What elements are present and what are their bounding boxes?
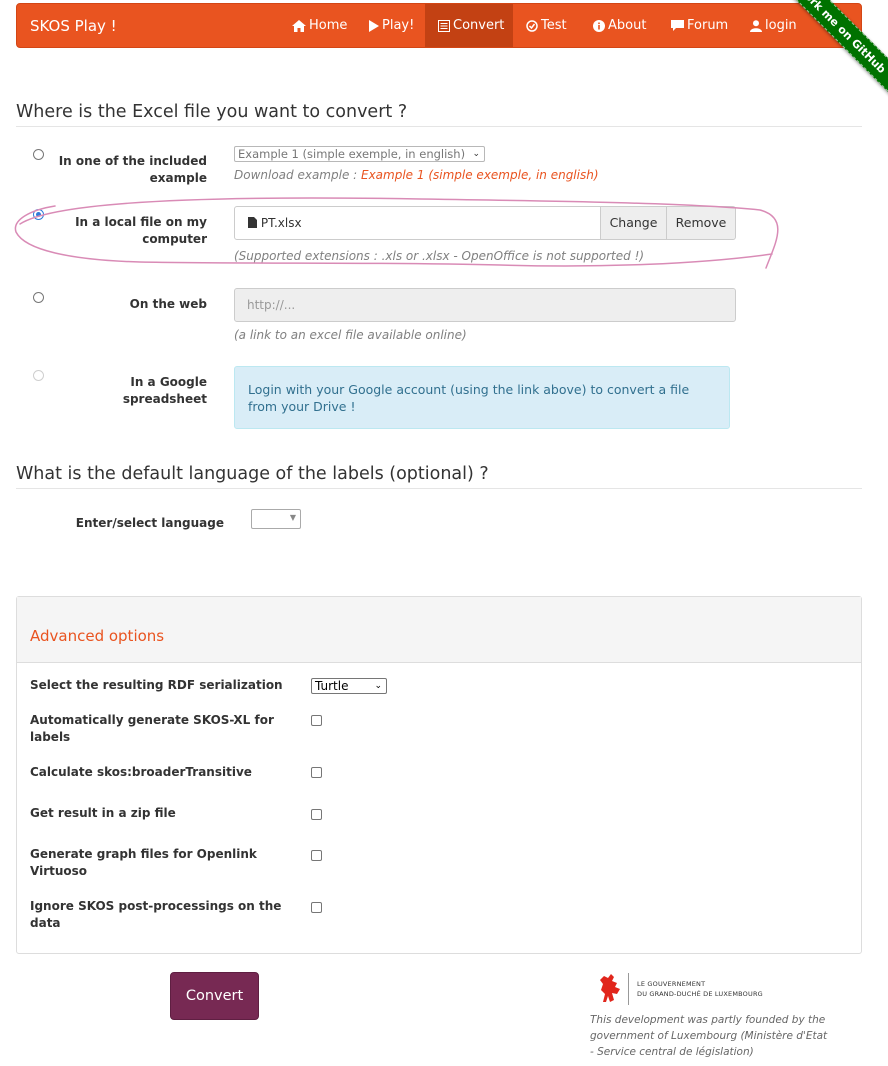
convert-button[interactable]: Convert: [170, 972, 259, 1020]
download-prefix: Download example :: [234, 168, 361, 182]
comment-icon: [671, 19, 684, 32]
radio-local-file[interactable]: [33, 209, 44, 220]
nav-play[interactable]: Play!: [356, 4, 427, 47]
nav-home[interactable]: Home: [279, 4, 360, 47]
google-label: In a Google spreadsheet: [122, 375, 207, 406]
option-label-broader: Calculate skos:broaderTransitive: [30, 765, 252, 779]
checkbox-broader[interactable]: [311, 767, 322, 778]
remove-button[interactable]: Remove: [666, 206, 736, 240]
nav-login[interactable]: login: [737, 4, 810, 47]
info-icon: [593, 19, 605, 32]
panel-heading: Advanced options: [17, 597, 861, 663]
advanced-options-title[interactable]: Advanced options: [30, 627, 164, 645]
chevron-down-icon: ⌄: [472, 149, 480, 159]
example-select-value: Example 1 (simple exemple, in english): [238, 147, 466, 161]
checkbox-virtuoso[interactable]: [311, 850, 322, 861]
check-circle-icon: [526, 19, 538, 32]
language-select[interactable]: ▼: [251, 509, 301, 529]
serialization-select[interactable]: Turtle ⌄: [311, 678, 387, 694]
google-info-box: Login with your Google account (using th…: [234, 366, 730, 429]
option-label-virtuoso: Generate graph files for Openlink Virtuo…: [30, 847, 257, 878]
language-section-title: What is the default language of the labe…: [16, 464, 862, 489]
navbar: SKOS Play ! Home Play! Convert Test Abou…: [16, 3, 862, 48]
gov-line-2: DU GRAND-DUCHÉ DE LUXEMBOURG: [637, 990, 763, 998]
luxembourg-lion-logo: [597, 972, 623, 1008]
radio-web[interactable]: [33, 292, 44, 303]
list-icon: [438, 19, 450, 32]
example-label: In one of the included example: [58, 154, 207, 185]
nav-test-label: Test: [541, 18, 567, 33]
web-help: (a link to an excel file available onlin…: [234, 328, 467, 342]
user-icon: [750, 19, 762, 32]
radio-google: [33, 370, 44, 381]
download-example-link[interactable]: Example 1 (simple exemple, in english): [361, 168, 599, 182]
local-file-help: (Supported extensions : .xls or .xlsx - …: [234, 249, 645, 263]
checkbox-ignore[interactable]: [311, 902, 322, 913]
url-input[interactable]: http://...: [234, 288, 736, 322]
nav-home-label: Home: [309, 18, 348, 33]
file-icon: [248, 216, 261, 230]
nav-about[interactable]: About: [580, 4, 659, 47]
option-label-skosxl: Automatically generate SKOS-XL for label…: [30, 713, 274, 744]
nav-test[interactable]: Test: [513, 4, 580, 47]
example-select[interactable]: Example 1 (simple exemple, in english) ⌄: [234, 146, 485, 162]
footer-text: This development was partly founded by t…: [590, 1014, 828, 1058]
language-label: Enter/select language: [75, 516, 224, 530]
caret-down-icon: ▼: [289, 513, 296, 522]
file-name: PT.xlsx: [260, 216, 302, 230]
gov-line-1: LE GOUVERNEMENT: [637, 980, 706, 988]
nav-forum[interactable]: Forum: [658, 4, 741, 47]
option-label-zip: Get result in a zip file: [30, 806, 176, 820]
nav-convert[interactable]: Convert: [425, 4, 513, 47]
logo-separator: [628, 973, 629, 1005]
brand[interactable]: SKOS Play !: [30, 17, 117, 35]
web-label: On the web: [129, 297, 207, 311]
checkbox-zip[interactable]: [311, 809, 322, 820]
file-input[interactable]: PT.xlsx: [234, 206, 601, 240]
option-label-ignore: Ignore SKOS post-processings on the data: [30, 899, 282, 930]
radio-example[interactable]: [33, 149, 44, 160]
download-example-help: Download example : Example 1 (simple exe…: [234, 168, 599, 182]
nav-play-label: Play!: [382, 18, 415, 33]
nav-about-label: About: [608, 18, 647, 33]
serialization-value: Turtle: [315, 679, 349, 693]
nav-convert-label: Convert: [453, 18, 505, 33]
home-icon: [292, 19, 306, 32]
play-icon: [369, 19, 379, 32]
nav-forum-label: Forum: [687, 18, 729, 33]
local-file-label: In a local file on my computer: [75, 215, 207, 246]
serialization-label: Select the resulting RDF serialization: [30, 678, 283, 692]
source-section-title: Where is the Excel file you want to conv…: [16, 102, 862, 127]
nav-login-label: login: [765, 18, 797, 33]
change-button[interactable]: Change: [600, 206, 667, 240]
checkbox-skosxl[interactable]: [311, 715, 322, 726]
chevron-down-icon: ⌄: [374, 681, 382, 691]
